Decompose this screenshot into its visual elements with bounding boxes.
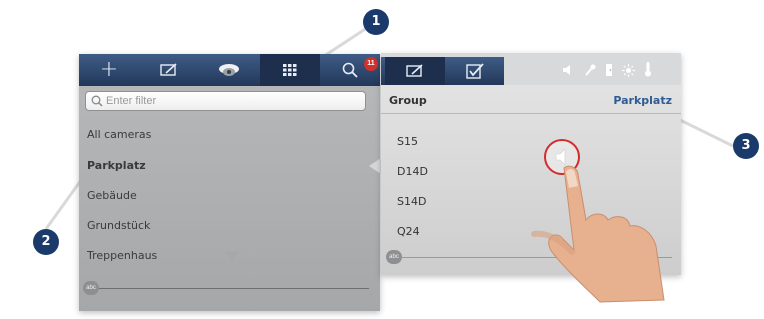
callout-1: 1: [363, 9, 389, 35]
hand-pointer-icon: [531, 165, 665, 303]
callout-3: 3: [733, 133, 759, 159]
callout-2: 2: [33, 229, 59, 255]
